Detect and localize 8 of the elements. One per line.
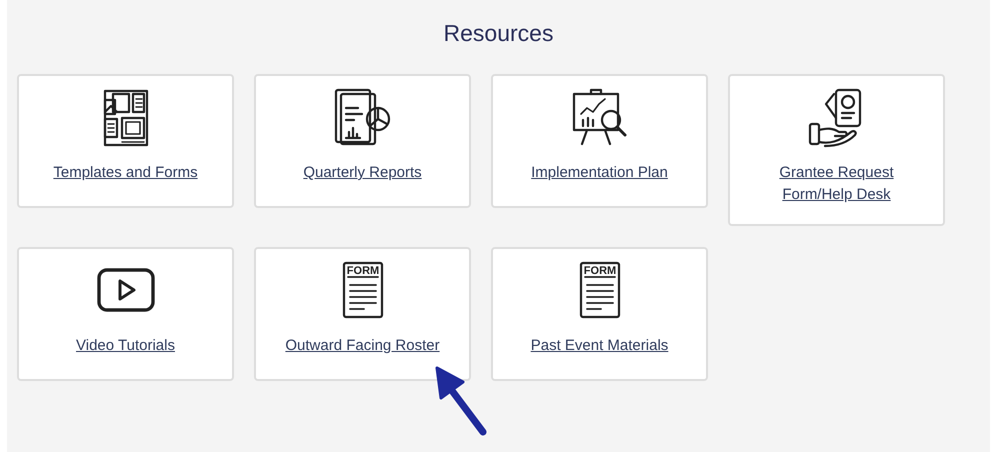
section-title: Resources	[442, 19, 554, 48]
resource-link[interactable]: Implementation Plan	[531, 162, 668, 184]
resource-link[interactable]: Quarterly Reports	[303, 162, 422, 184]
resource-link[interactable]: Templates and Forms	[53, 162, 198, 184]
resource-link[interactable]: Grantee Request Form/Help Desk	[746, 162, 927, 206]
resource-link[interactable]: Video Tutorials	[76, 335, 175, 357]
resource-link[interactable]: Outward Facing Roster	[285, 335, 440, 357]
resource-link[interactable]: Past Event Materials	[530, 335, 668, 357]
